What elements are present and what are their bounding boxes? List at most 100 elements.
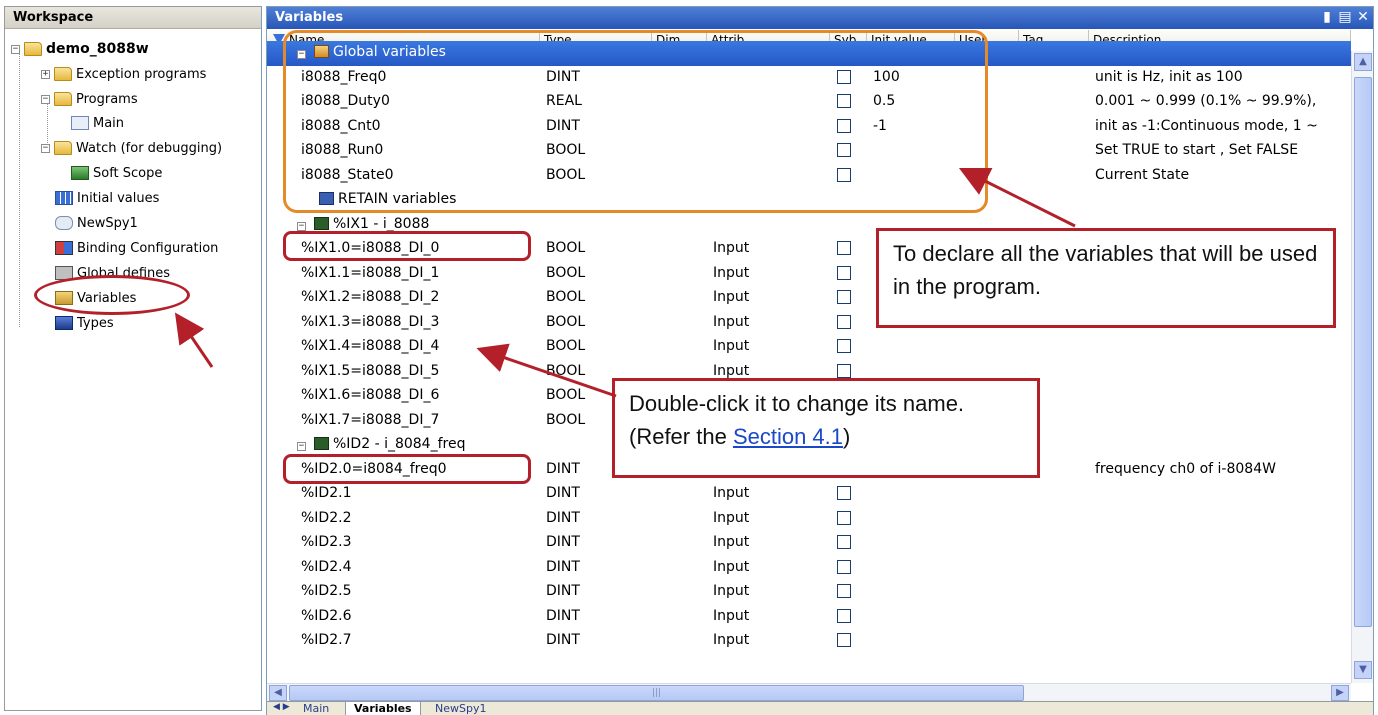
init-value-cell[interactable] <box>869 531 955 556</box>
expand-icon[interactable]: + <box>41 69 50 79</box>
description-cell[interactable] <box>1091 629 1331 654</box>
table-row[interactable]: %ID2.3 DINT Input <box>267 531 1351 556</box>
variable-name-cell[interactable]: %IX1.1=i8088_DI_1 <box>297 262 540 287</box>
type-cell[interactable]: DINT <box>542 580 652 605</box>
scroll-right-icon[interactable]: ▶ <box>1331 685 1349 701</box>
attrib-cell[interactable]: Input <box>709 335 830 360</box>
variable-name-cell[interactable]: %ID2.1 <box>297 482 540 507</box>
tree-item-binding-configuration[interactable]: Binding Configuration <box>55 236 218 260</box>
description-cell[interactable]: Current State <box>1091 164 1331 189</box>
type-cell[interactable]: BOOL <box>542 335 652 360</box>
type-cell[interactable]: BOOL <box>542 262 652 287</box>
tree-item-programs[interactable]: − Programs <box>41 87 138 111</box>
init-value-cell[interactable] <box>869 629 955 654</box>
collapse-icon[interactable]: − <box>297 442 306 451</box>
syb-checkbox[interactable] <box>837 510 851 525</box>
description-cell[interactable] <box>1091 384 1331 409</box>
syb-checkbox[interactable] <box>837 265 851 280</box>
type-cell[interactable]: DINT <box>542 507 652 532</box>
collapse-icon[interactable]: − <box>11 44 20 54</box>
variable-name-cell[interactable]: %IX1.3=i8088_DI_3 <box>297 311 540 336</box>
variable-name-cell[interactable]: %ID2.4 <box>297 556 540 581</box>
syb-checkbox[interactable] <box>837 584 851 598</box>
attrib-cell[interactable]: Input <box>709 286 830 311</box>
description-cell[interactable] <box>1091 531 1331 556</box>
description-cell[interactable] <box>1091 360 1331 385</box>
type-cell[interactable]: DINT <box>542 531 652 556</box>
scroll-left-icon[interactable]: ◀ <box>269 685 287 701</box>
description-cell[interactable]: init as -1:Continuous mode, 1 ~ <box>1091 115 1331 140</box>
variable-name-cell[interactable]: %ID2.5 <box>297 580 540 605</box>
table-row[interactable]: %ID2.1 DINT Input <box>267 482 1351 507</box>
tree-item-watch[interactable]: − Watch (for debugging) <box>41 136 222 160</box>
tree-item-initial-values[interactable]: Initial values <box>55 186 159 210</box>
init-value-cell[interactable] <box>869 556 955 581</box>
horizontal-scrollbar[interactable]: ◀ ||| ▶ <box>267 683 1351 701</box>
syb-checkbox[interactable] <box>837 314 851 329</box>
description-cell[interactable]: Set TRUE to start , Set FALSE <box>1091 139 1331 164</box>
split-view-icon[interactable]: ▮ <box>1319 9 1335 25</box>
section-link[interactable]: Section 4.1 <box>733 424 843 449</box>
tree-item-newspy1[interactable]: NewSpy1 <box>55 211 138 235</box>
collapse-icon[interactable]: − <box>41 94 50 104</box>
vertical-scrollbar[interactable]: ▲ ▼ <box>1351 51 1373 683</box>
tab-variables[interactable]: Variables <box>345 702 421 715</box>
tree-item-main[interactable]: Main <box>71 111 124 135</box>
table-row[interactable]: %IX1.4=i8088_DI_4 BOOL Input <box>267 335 1351 360</box>
syb-checkbox[interactable] <box>837 339 851 353</box>
description-cell[interactable] <box>1091 409 1331 434</box>
variable-name-cell[interactable]: %IX1.5=i8088_DI_5 <box>297 360 540 385</box>
tree-item-soft-scope[interactable]: Soft Scope <box>71 161 162 185</box>
variable-name-cell[interactable]: %IX1.4=i8088_DI_4 <box>297 335 540 360</box>
variable-name-cell[interactable]: %ID2.3 <box>297 531 540 556</box>
init-value-cell[interactable] <box>869 482 955 507</box>
description-cell[interactable] <box>1091 335 1331 360</box>
syb-checkbox[interactable] <box>837 535 851 549</box>
attrib-cell[interactable]: Input <box>709 311 830 336</box>
attrib-cell[interactable]: Input <box>709 237 830 262</box>
close-icon[interactable]: ✕ <box>1355 9 1371 25</box>
attrib-cell[interactable]: Input <box>709 531 830 556</box>
variable-name-cell[interactable]: %IX1.6=i8088_DI_6 <box>297 384 540 409</box>
syb-checkbox[interactable] <box>837 241 851 255</box>
variable-name-cell[interactable]: %IX1.7=i8088_DI_7 <box>297 409 540 434</box>
type-cell[interactable]: BOOL <box>542 311 652 336</box>
init-value-cell[interactable] <box>869 605 955 630</box>
tab-main[interactable]: Main <box>295 702 337 715</box>
syb-checkbox[interactable] <box>837 633 851 647</box>
scroll-up-icon[interactable]: ▲ <box>1354 53 1372 71</box>
variable-name-cell[interactable]: %IX1.2=i8088_DI_2 <box>297 286 540 311</box>
attrib-cell[interactable]: Input <box>709 262 830 287</box>
init-value-cell[interactable] <box>869 580 955 605</box>
attrib-cell[interactable]: Input <box>709 507 830 532</box>
attrib-cell[interactable]: Input <box>709 629 830 654</box>
description-cell[interactable] <box>1091 580 1331 605</box>
description-cell[interactable]: unit is Hz, init as 100 <box>1091 66 1331 91</box>
maximize-icon[interactable]: ▤ <box>1337 9 1353 25</box>
attrib-cell[interactable]: Input <box>709 580 830 605</box>
description-cell[interactable] <box>1091 605 1331 630</box>
type-cell[interactable]: BOOL <box>542 237 652 262</box>
syb-checkbox[interactable] <box>837 608 851 623</box>
variable-name-cell[interactable]: %ID2.6 <box>297 605 540 630</box>
variable-name-cell[interactable]: %ID2.7 <box>297 629 540 654</box>
description-cell[interactable] <box>1091 556 1331 581</box>
syb-checkbox[interactable] <box>837 559 851 574</box>
attrib-cell[interactable]: Input <box>709 605 830 630</box>
table-row[interactable]: %ID2.4 DINT Input <box>267 556 1351 581</box>
type-cell[interactable]: DINT <box>542 556 652 581</box>
init-value-cell[interactable] <box>869 335 955 360</box>
table-row[interactable]: %ID2.7 DINT Input <box>267 629 1351 654</box>
type-cell[interactable]: DINT <box>542 605 652 630</box>
collapse-icon[interactable]: − <box>41 143 50 153</box>
horizontal-scroll-thumb[interactable]: ||| <box>289 685 1024 701</box>
table-row[interactable]: %ID2.6 DINT Input <box>267 605 1351 630</box>
tab-nav-icon[interactable]: ◀ ▶ <box>273 702 290 712</box>
type-cell[interactable]: DINT <box>542 629 652 654</box>
tree-item-exception-programs[interactable]: + Exception programs <box>41 62 206 86</box>
syb-checkbox[interactable] <box>837 486 851 500</box>
type-cell[interactable]: BOOL <box>542 286 652 311</box>
description-cell[interactable]: 0.001 ~ 0.999 (0.1% ~ 99.9%), <box>1091 90 1331 115</box>
tree-item-project[interactable]: − demo_8088w <box>11 37 149 61</box>
variable-name-cell[interactable]: %ID2.2 <box>297 507 540 532</box>
